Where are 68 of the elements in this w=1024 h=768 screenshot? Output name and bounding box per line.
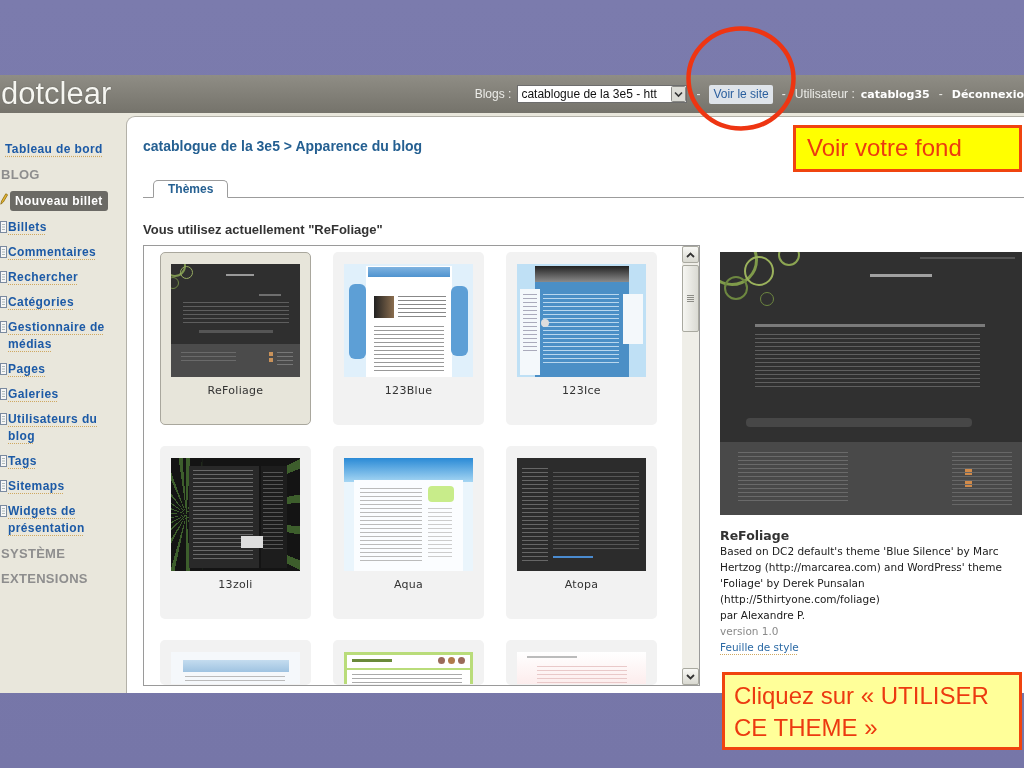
breadcrumb: catablogue de la 3e5 > Apparence du blog bbox=[143, 137, 423, 155]
scroll-down-button[interactable] bbox=[682, 668, 699, 685]
sidebar-link[interactable]: Galeries bbox=[8, 386, 59, 403]
theme-name: Atopa bbox=[564, 578, 599, 592]
sidebar-link[interactable]: Widgets de présentation bbox=[8, 503, 122, 537]
sidebar-link[interactable]: Gestionnaire de médias bbox=[8, 319, 122, 353]
section-heading: BLOG bbox=[1, 166, 40, 183]
theme-name: ReFoliage bbox=[207, 384, 264, 398]
page-icon bbox=[0, 296, 7, 308]
username: catablog35 bbox=[860, 86, 930, 102]
stylesheet-link[interactable]: Feuille de style bbox=[720, 641, 799, 653]
theme-card[interactable]: 123Blue bbox=[333, 252, 484, 425]
theme-card[interactable]: ReFoliage bbox=[160, 252, 311, 425]
chevron-up-icon bbox=[686, 251, 695, 258]
logout-link[interactable]: Déconnexio bbox=[951, 86, 1024, 102]
pencil-icon bbox=[0, 193, 8, 205]
current-theme-text: Vous utilisez actuellement "ReFoliage" bbox=[143, 222, 383, 238]
theme-card[interactable]: 13zoli bbox=[160, 446, 311, 619]
callout-box: Cliquez sur « UTILISER CE THEME » bbox=[722, 672, 1022, 750]
page-icon bbox=[0, 246, 7, 258]
header-label: Utilisateur : bbox=[794, 86, 855, 102]
sidebar-link[interactable]: Commentaires bbox=[8, 244, 97, 261]
page-icon bbox=[0, 505, 7, 517]
page-icon bbox=[0, 271, 7, 283]
view-site-button[interactable]: Voir le site bbox=[709, 84, 773, 104]
sidebar-link[interactable]: Pages bbox=[8, 361, 46, 378]
theme-version: version 1.0 bbox=[720, 624, 779, 639]
grip-icon bbox=[687, 295, 694, 302]
page-icon bbox=[0, 388, 7, 400]
page-icon bbox=[0, 413, 7, 425]
callout-box: Voir votre fond bbox=[793, 125, 1022, 172]
blog-select[interactable]: catablogue de la 3e5 - htt bbox=[517, 85, 688, 103]
theme-name: 123Blue bbox=[384, 384, 433, 398]
section-heading: EXTENSIONS bbox=[1, 570, 88, 587]
tab[interactable]: Thèmes bbox=[153, 180, 229, 198]
sidebar-link[interactable]: Utilisateurs du blog bbox=[8, 411, 122, 445]
chevron-down-icon bbox=[686, 673, 695, 680]
theme-card[interactable]: 123Ice bbox=[506, 252, 657, 425]
separator: - bbox=[781, 86, 786, 102]
page-icon bbox=[0, 363, 7, 375]
separator: - bbox=[938, 86, 943, 102]
caret-down-icon bbox=[671, 86, 687, 102]
theme-card[interactable] bbox=[333, 640, 484, 685]
scroll-up-button[interactable] bbox=[682, 246, 699, 263]
theme-card[interactable]: Aqua bbox=[333, 446, 484, 619]
theme-name: 123Ice bbox=[562, 384, 601, 398]
theme-name: 13zoli bbox=[218, 578, 253, 592]
new-post-button[interactable]: Nouveau billet bbox=[10, 191, 108, 211]
theme-author: par Alexandre P. bbox=[720, 608, 805, 623]
separator: - bbox=[696, 86, 701, 102]
theme-name: Aqua bbox=[393, 578, 424, 592]
sidebar-link[interactable]: Rechercher bbox=[8, 269, 79, 286]
theme-card[interactable]: Atopa bbox=[506, 446, 657, 619]
header-label: Blogs : bbox=[474, 86, 512, 102]
sidebar-link[interactable]: Tags bbox=[8, 453, 37, 470]
sidebar-link[interactable]: Billets bbox=[8, 219, 47, 236]
page-icon bbox=[0, 321, 7, 333]
scrollbar-thumb[interactable] bbox=[682, 265, 699, 332]
page-icon bbox=[0, 455, 7, 467]
sidebar-link[interactable]: Tableau de bord bbox=[5, 141, 103, 158]
page-icon bbox=[0, 221, 7, 233]
page-icon bbox=[0, 480, 7, 492]
section-heading: SYSTÈME bbox=[1, 545, 66, 562]
sidebar-link[interactable]: Catégories bbox=[8, 294, 75, 311]
theme-description: Based on DC2 default's theme 'Blue Silence' by Marc Hertzog (http://marcarea.com) and WordPress' theme 'Foliage' by Derek Punsalan (http://5thirtyone.com/foliage) bbox=[720, 544, 1003, 607]
sidebar-link[interactable]: Sitemaps bbox=[8, 478, 65, 495]
theme-title: ReFoliage bbox=[720, 529, 790, 543]
logo: dotclear bbox=[1, 75, 112, 113]
